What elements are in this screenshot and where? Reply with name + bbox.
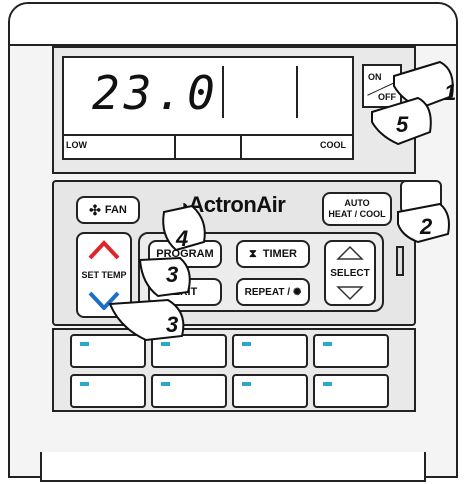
callout-number: 1 (444, 80, 457, 105)
callout-layer (108, 60, 454, 342)
callout-number: 3 (166, 312, 179, 337)
callout-number: 5 (396, 112, 409, 137)
callout-number: 3 (166, 262, 179, 287)
hand-pointer-icon (138, 256, 191, 298)
callout-number: 2 (420, 214, 433, 239)
callout-number: 4 (176, 226, 189, 251)
